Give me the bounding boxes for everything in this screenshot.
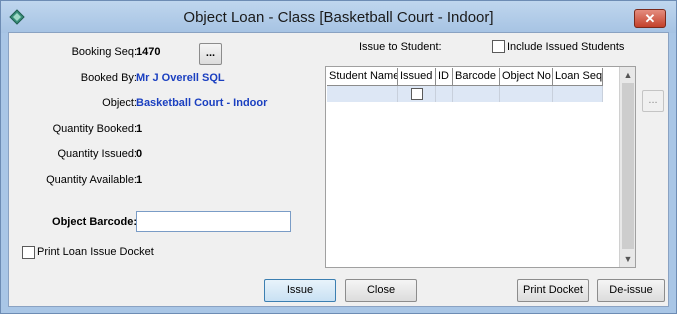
column-object-no[interactable]: Object No	[500, 68, 553, 86]
quantity-available-label: Quantity Available:	[46, 174, 137, 186]
dialog-body: Booking Seq: 1470 ... Booked By: Mr J Ov…	[8, 32, 669, 307]
scroll-up-icon[interactable]: ▲	[620, 67, 636, 83]
cell-id[interactable]	[436, 86, 453, 102]
object-value: Basketball Court - Indoor	[136, 97, 268, 109]
column-barcode[interactable]: Barcode	[453, 68, 500, 86]
issue-to-student-label: Issue to Student:	[359, 41, 442, 53]
cell-issued[interactable]	[398, 86, 436, 102]
cell-object-no[interactable]	[500, 86, 553, 102]
issue-button[interactable]: Issue	[264, 279, 336, 302]
cell-student-name[interactable]	[327, 86, 398, 102]
table-row[interactable]	[327, 86, 603, 102]
student-lookup-button[interactable]: ...	[642, 90, 664, 112]
print-loan-docket-checkbox[interactable]	[22, 246, 35, 259]
include-issued-students-label: Include Issued Students	[507, 41, 625, 53]
object-barcode-label: Object Barcode:	[52, 216, 137, 228]
booking-seq-label: Booking Seq:	[71, 46, 137, 58]
include-issued-students-checkbox[interactable]	[492, 40, 505, 53]
booking-seq-value: 1470	[136, 46, 161, 58]
column-issued[interactable]: Issued	[398, 68, 436, 86]
booked-by-label: Booked By:	[80, 72, 137, 84]
title-bar: Object Loan - Class [Basketball Court - …	[1, 1, 676, 33]
column-id[interactable]: ID	[436, 68, 453, 86]
issued-checkbox[interactable]	[411, 88, 423, 100]
close-window-button[interactable]: ✕	[634, 9, 666, 28]
quantity-available-value: 1	[136, 174, 143, 186]
booking-seq-lookup-button[interactable]: ...	[199, 43, 222, 65]
quantity-issued-label: Quantity Issued:	[57, 148, 138, 160]
quantity-booked-value: 1	[136, 123, 143, 135]
scroll-down-icon[interactable]: ▼	[620, 251, 636, 267]
object-label: Object:	[102, 97, 137, 109]
close-button[interactable]: Close	[345, 279, 417, 302]
booked-by-value: Mr J Overell SQL	[136, 72, 225, 84]
grid-header: Student Name Issued ID Barcode Object No…	[327, 68, 603, 86]
object-loan-window: Object Loan - Class [Basketball Court - …	[0, 0, 677, 314]
grid-vertical-scrollbar[interactable]: ▲ ▼	[619, 67, 635, 267]
column-student-name[interactable]: Student Name	[327, 68, 398, 86]
cell-barcode[interactable]	[453, 86, 500, 102]
cell-loan-seq[interactable]	[553, 86, 603, 102]
students-grid[interactable]: Student Name Issued ID Barcode Object No…	[325, 66, 636, 268]
de-issue-button[interactable]: De-issue	[597, 279, 665, 302]
window-title: Object Loan - Class [Basketball Court - …	[183, 9, 494, 26]
print-docket-button[interactable]: Print Docket	[517, 279, 589, 302]
quantity-issued-value: 0	[136, 148, 143, 160]
column-loan-seq[interactable]: Loan Seq	[553, 68, 603, 86]
object-barcode-input[interactable]	[136, 211, 291, 232]
scroll-thumb[interactable]	[622, 83, 634, 249]
print-loan-docket-label: Print Loan Issue Docket	[37, 246, 154, 258]
quantity-booked-label: Quantity Booked:	[52, 123, 137, 135]
